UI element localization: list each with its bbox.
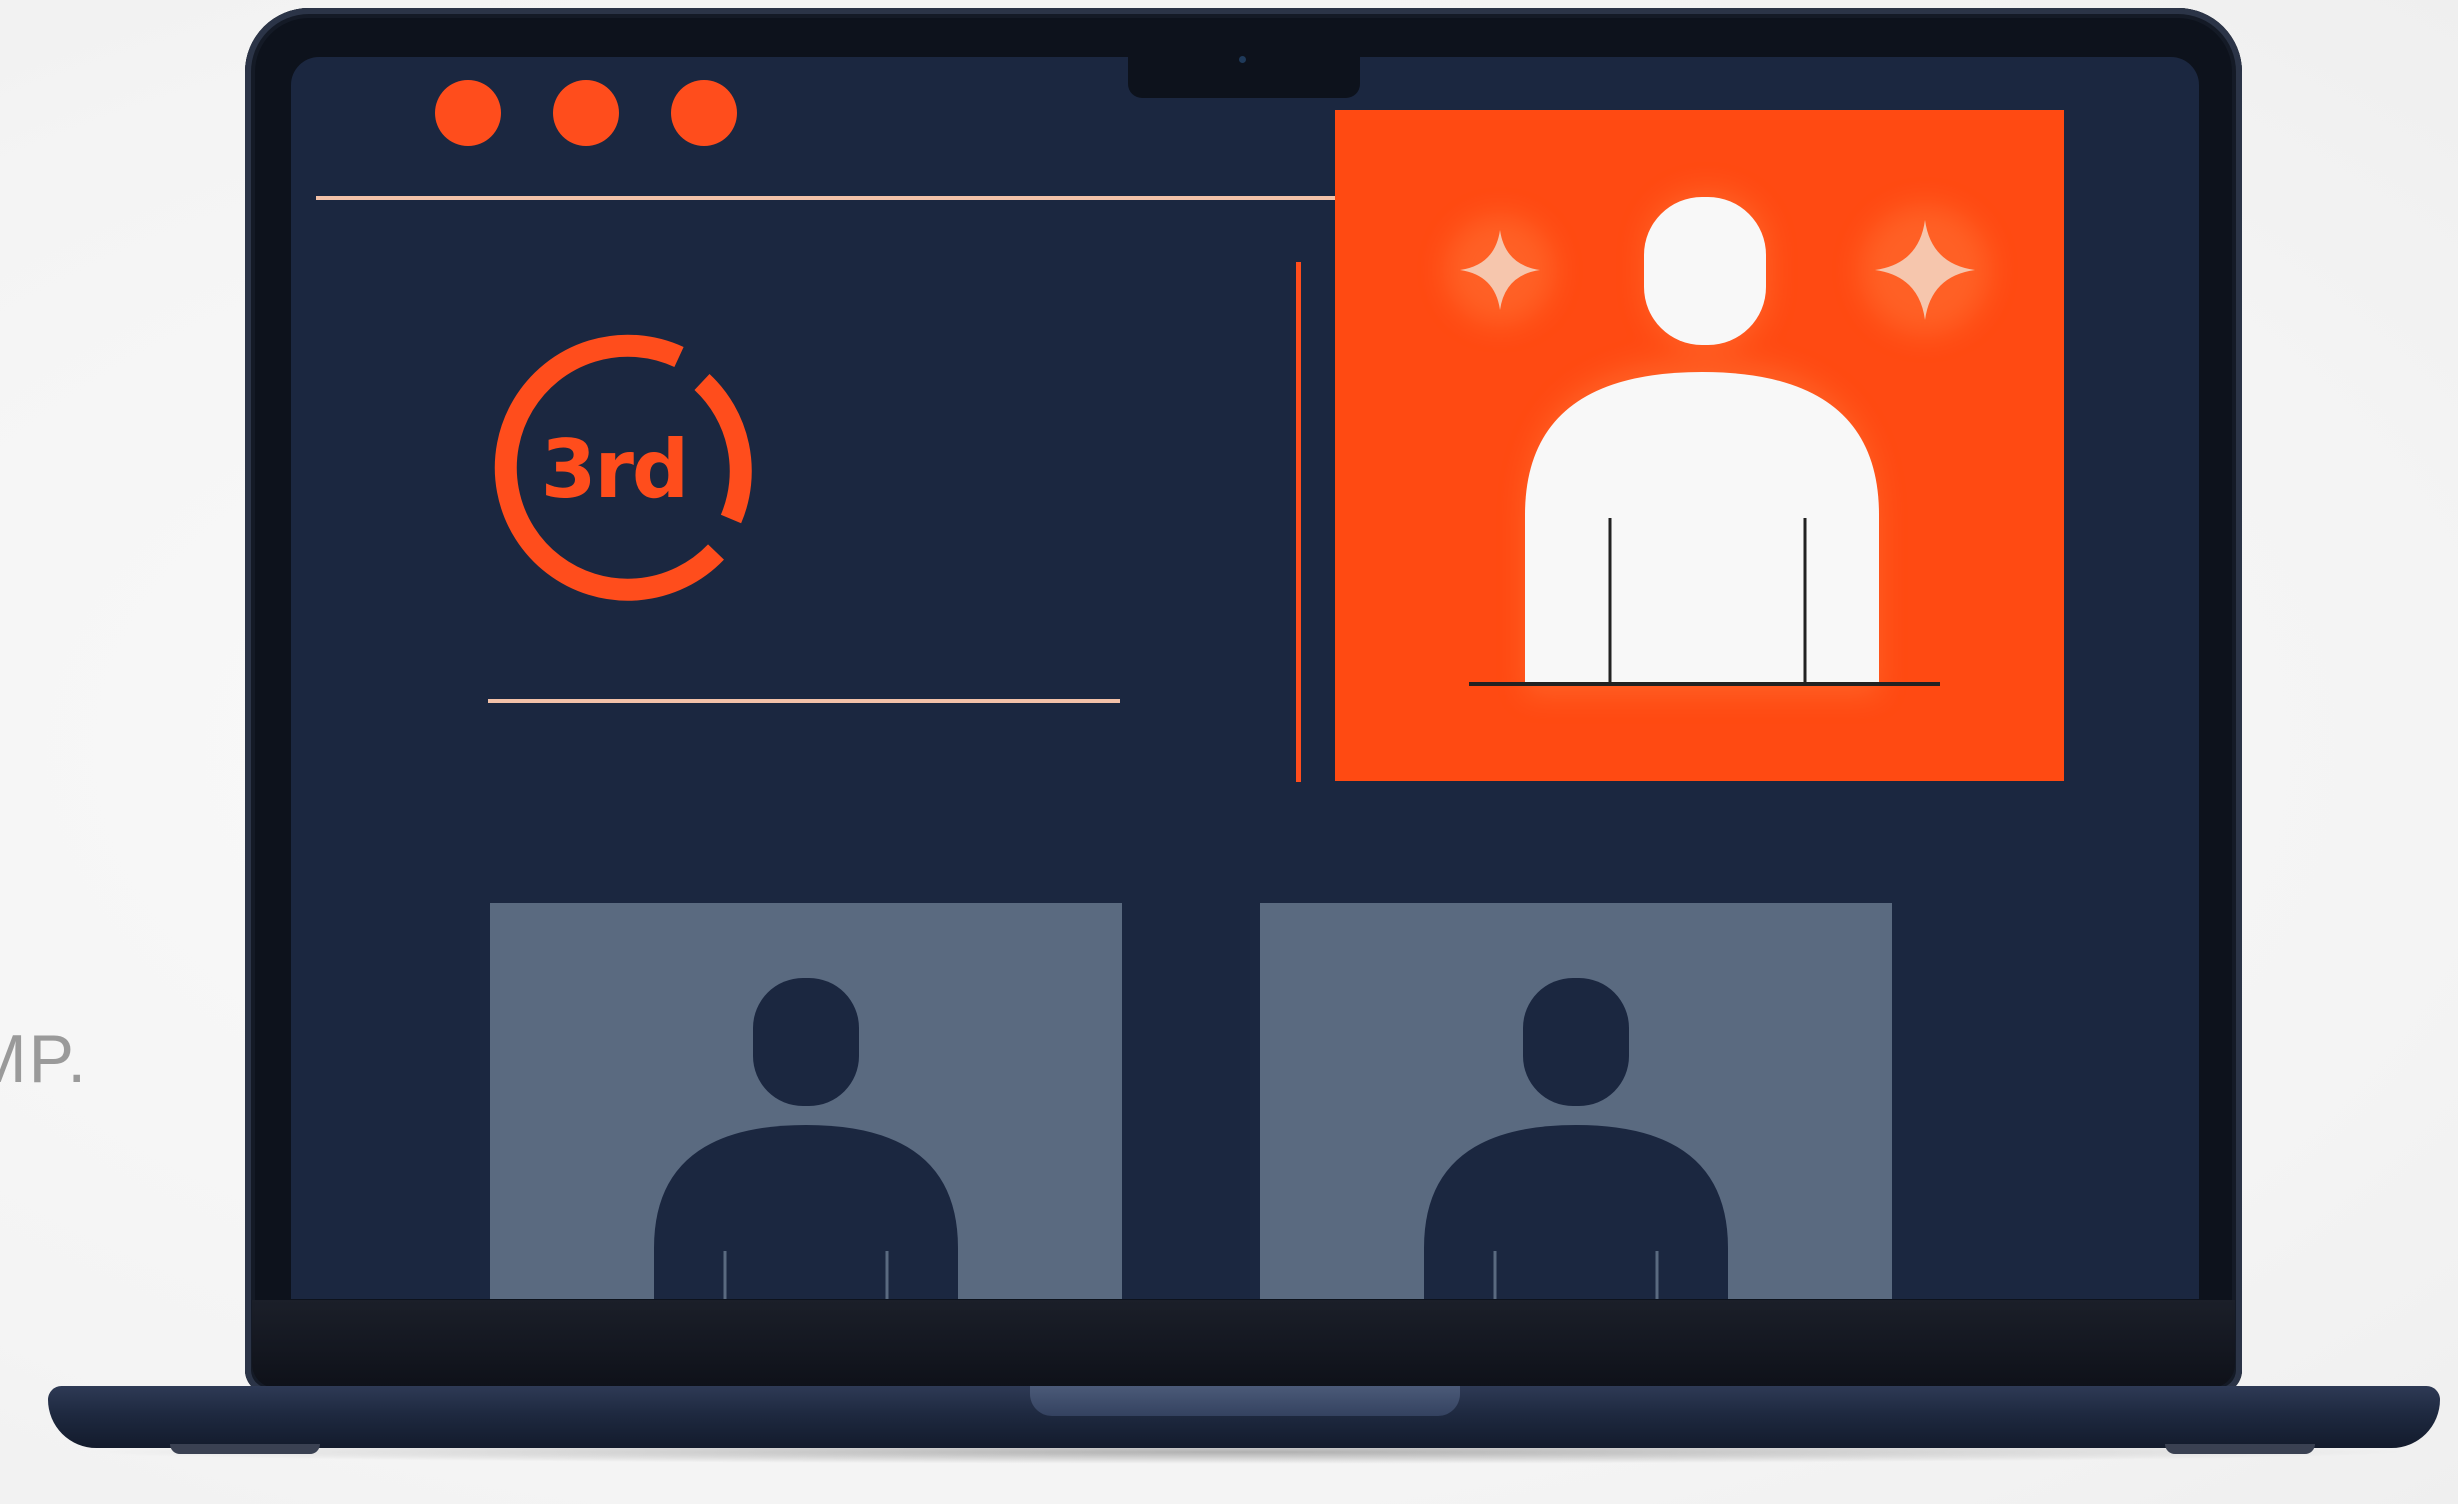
featured-participant-illustration (1445, 190, 1990, 695)
participant-tile[interactable] (490, 903, 1122, 1299)
person-icon (1424, 978, 1728, 1299)
vertical-divider (1296, 262, 1301, 782)
participant-tile[interactable] (1260, 903, 1892, 1299)
rank-badge-label: 3rd (540, 422, 689, 516)
camera-icon (1239, 56, 1246, 63)
featured-participant-tile[interactable] (1335, 110, 2064, 781)
header-divider (316, 196, 1371, 200)
window-control-dot[interactable] (671, 80, 737, 146)
content-divider (488, 699, 1120, 703)
person-icon (654, 978, 958, 1299)
laptop-screen: 3rd (291, 57, 2199, 1299)
laptop-foot (2165, 1444, 2315, 1454)
window-control-dot[interactable] (435, 80, 501, 146)
laptop-foot (170, 1444, 320, 1454)
page-background: ii MP. 3rd (0, 0, 2458, 1504)
side-caption-line-1: ii (0, 915, 4, 983)
side-caption-line-2: MP. (0, 1021, 89, 1097)
laptop-bezel-chin (252, 1300, 2235, 1388)
laptop-opening-notch (1030, 1386, 1460, 1416)
window-control-dot[interactable] (553, 80, 619, 146)
